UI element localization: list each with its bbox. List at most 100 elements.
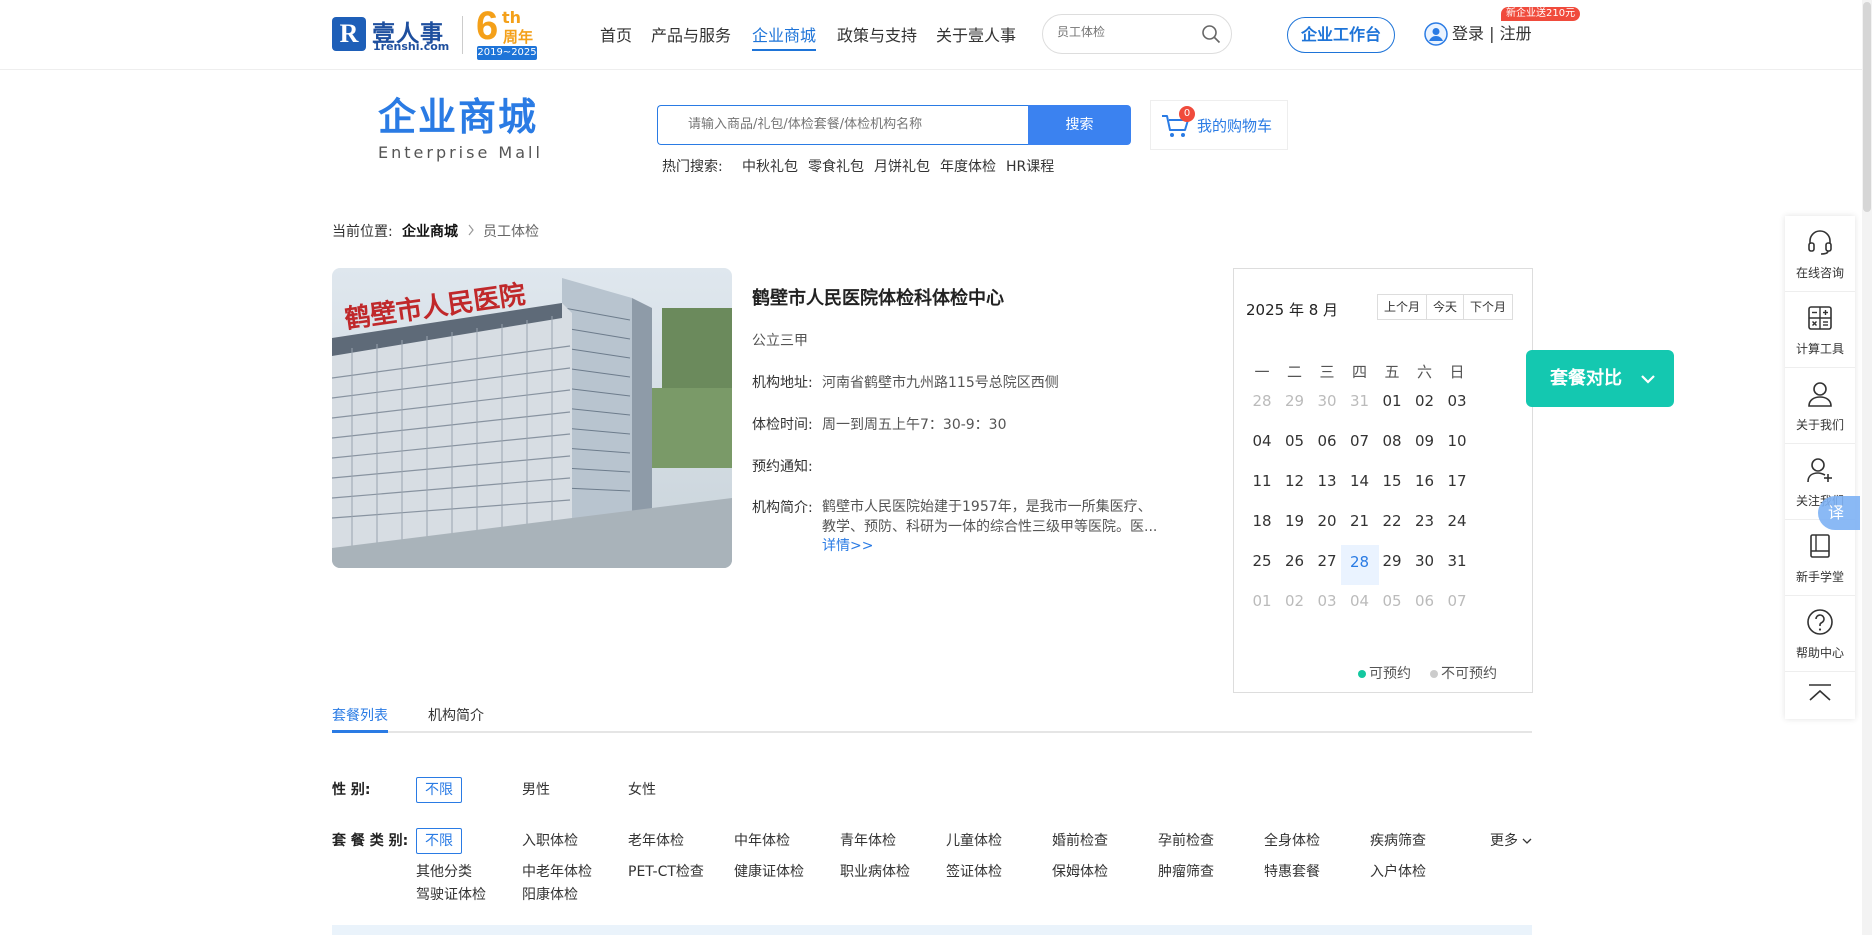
rail-label: 新手学堂 xyxy=(1795,570,1844,584)
online-consult-button[interactable]: 在线咨询 xyxy=(1785,216,1855,292)
category-option[interactable]: 特惠套餐 xyxy=(1264,861,1320,881)
chevron-right-icon xyxy=(468,224,474,236)
headset-icon xyxy=(1808,230,1832,255)
calendar-day[interactable]: 03 xyxy=(1438,392,1476,410)
anniversary-number: 6 xyxy=(476,4,499,48)
rail-label: 在线咨询 xyxy=(1795,266,1844,280)
category-option[interactable]: 肿瘤筛查 xyxy=(1158,861,1214,881)
top-search-input[interactable] xyxy=(1057,25,1197,39)
brand-logo-icon[interactable]: R xyxy=(332,17,366,51)
hot-search-item[interactable]: 年度体检 xyxy=(940,156,996,176)
legend-available-label: 可预约 xyxy=(1369,666,1411,682)
calculator-button[interactable]: 计算工具 xyxy=(1785,292,1855,368)
cart-count-badge: 0 xyxy=(1179,106,1195,122)
legend-available: 可预约 xyxy=(1358,663,1411,683)
right-toolbar: 在线咨询 计算工具 关于我们 关注我们 新手学堂 帮助中心 xyxy=(1785,216,1855,719)
category-option[interactable]: 中老年体检 xyxy=(522,861,592,881)
translate-button[interactable]: 译 xyxy=(1818,496,1860,530)
category-option[interactable]: 阳康体检 xyxy=(522,884,578,904)
more-categories-button[interactable]: 更多 xyxy=(1490,830,1532,850)
rail-label: 关于我们 xyxy=(1795,418,1844,432)
category-option[interactable]: 签证体检 xyxy=(946,861,1002,881)
nav-home[interactable]: 首页 xyxy=(600,24,632,48)
category-option[interactable]: 健康证体检 xyxy=(734,861,804,881)
calendar-day[interactable]: 31 xyxy=(1438,552,1476,570)
calendar-day: 07 xyxy=(1447,592,1467,610)
category-option[interactable]: 老年体检 xyxy=(628,830,684,850)
category-option[interactable]: 入职体检 xyxy=(522,830,578,850)
mall-search-button[interactable]: 搜索 xyxy=(1028,105,1131,145)
category-option[interactable]: 儿童体检 xyxy=(946,830,1002,850)
category-option[interactable]: 其他分类 xyxy=(416,861,472,881)
tab-package-list[interactable]: 套餐列表 xyxy=(332,705,388,725)
gender-option[interactable]: 女性 xyxy=(628,779,656,799)
user-avatar-icon[interactable] xyxy=(1424,22,1448,46)
calendar-day[interactable]: 24 xyxy=(1438,512,1476,530)
hot-search-item[interactable]: 月饼礼包 xyxy=(874,156,930,176)
top-search-box[interactable] xyxy=(1042,14,1232,54)
breadcrumb-prefix: 当前位置: xyxy=(332,224,393,240)
today-button[interactable]: 今天 xyxy=(1427,295,1465,319)
booking-calendar: 2025 年 8 月 上个月 今天 下个月 一二三四五六日 28 29 30 31 01 0… xyxy=(1233,268,1533,693)
category-option[interactable]: PET-CT检查 xyxy=(628,861,704,881)
category-option[interactable]: 全身体检 xyxy=(1264,830,1320,850)
prev-month-button[interactable]: 上个月 xyxy=(1378,295,1428,319)
category-option[interactable]: 婚前检查 xyxy=(1052,830,1108,850)
hot-search-item[interactable]: HR课程 xyxy=(1006,156,1054,176)
mall-search-input[interactable] xyxy=(688,117,1008,132)
category-filter-label: 套 餐 类 别: xyxy=(332,833,409,849)
intro-label: 机构简介: xyxy=(752,500,813,516)
chevron-down-icon xyxy=(1522,838,1532,844)
notice-label: 预约通知: xyxy=(752,459,813,475)
cart-button[interactable]: 0 我的购物车 xyxy=(1150,100,1288,150)
next-month-button[interactable]: 下个月 xyxy=(1464,295,1512,319)
hot-search-item[interactable]: 中秋礼包 xyxy=(742,156,798,176)
intro-more-link[interactable]: 详情>> xyxy=(822,535,873,555)
nav-policy[interactable]: 政策与支持 xyxy=(837,24,917,48)
package-compare-button[interactable]: 套餐对比 xyxy=(1526,350,1674,407)
package-list-top-band xyxy=(332,925,1532,935)
category-option[interactable]: 中年体检 xyxy=(734,830,790,850)
calendar-day[interactable]: 17 xyxy=(1438,472,1476,490)
hot-search-item[interactable]: 零食礼包 xyxy=(808,156,864,176)
nav-products[interactable]: 产品与服务 xyxy=(651,24,731,48)
chevron-down-icon xyxy=(1641,375,1655,384)
category-option[interactable]: 入户体检 xyxy=(1370,861,1426,881)
category-option[interactable]: 驾驶证体检 xyxy=(416,884,486,904)
gender-option[interactable]: 男性 xyxy=(522,779,550,799)
nav-about[interactable]: 关于壹人事 xyxy=(936,24,1016,48)
tab-institution-intro[interactable]: 机构简介 xyxy=(428,705,484,725)
scrollbar-thumb[interactable] xyxy=(1863,2,1871,212)
address-label: 机构地址: xyxy=(752,375,813,391)
rail-label: 计算工具 xyxy=(1795,342,1844,356)
beginner-school-button[interactable]: 新手学堂 xyxy=(1785,520,1855,596)
breadcrumb-item-mall[interactable]: 企业商城 xyxy=(402,221,458,241)
category-option[interactable]: 孕前检查 xyxy=(1158,830,1214,850)
address-value: 河南省鹤壁市九州路115号总院区西侧 xyxy=(822,375,1059,391)
search-icon[interactable] xyxy=(1201,24,1221,44)
available-dot xyxy=(1358,670,1366,678)
back-to-top-button[interactable] xyxy=(1785,672,1855,719)
category-option[interactable]: 职业病体检 xyxy=(840,861,910,881)
more-label: 更多 xyxy=(1490,833,1518,849)
about-us-button[interactable]: 关于我们 xyxy=(1785,368,1855,444)
hospital-image: 鹤壁市人民医院 xyxy=(332,268,732,568)
promo-badge: 新企业送210元 xyxy=(1501,7,1581,21)
category-option[interactable]: 青年体检 xyxy=(840,830,896,850)
compare-label: 套餐对比 xyxy=(1550,368,1622,389)
calendar-day[interactable]: 10 xyxy=(1438,432,1476,450)
workbench-button[interactable]: 企业工作台 xyxy=(1287,17,1395,53)
hours-value: 周一到周五上午7：30-9：30 xyxy=(822,417,1007,433)
institution-name: 鹤壁市人民医院体检科体检中心 xyxy=(752,288,1004,309)
mall-title: 企业商城 xyxy=(378,95,539,139)
gender-option[interactable]: 不限 xyxy=(416,777,462,803)
category-option[interactable]: 保姆体检 xyxy=(1052,861,1108,881)
anniversary-suffix: th xyxy=(502,8,522,27)
nav-enterprise-mall[interactable]: 企业商城 xyxy=(752,24,817,51)
cart-label: 我的购物车 xyxy=(1197,117,1273,135)
help-center-button[interactable]: 帮助中心 xyxy=(1785,596,1855,672)
login-register-link[interactable]: 登录 | 注册 xyxy=(1452,22,1532,46)
category-option[interactable]: 疾病筛查 xyxy=(1370,830,1426,850)
mall-search-box[interactable] xyxy=(657,105,1029,145)
category-option[interactable]: 不限 xyxy=(416,828,462,854)
